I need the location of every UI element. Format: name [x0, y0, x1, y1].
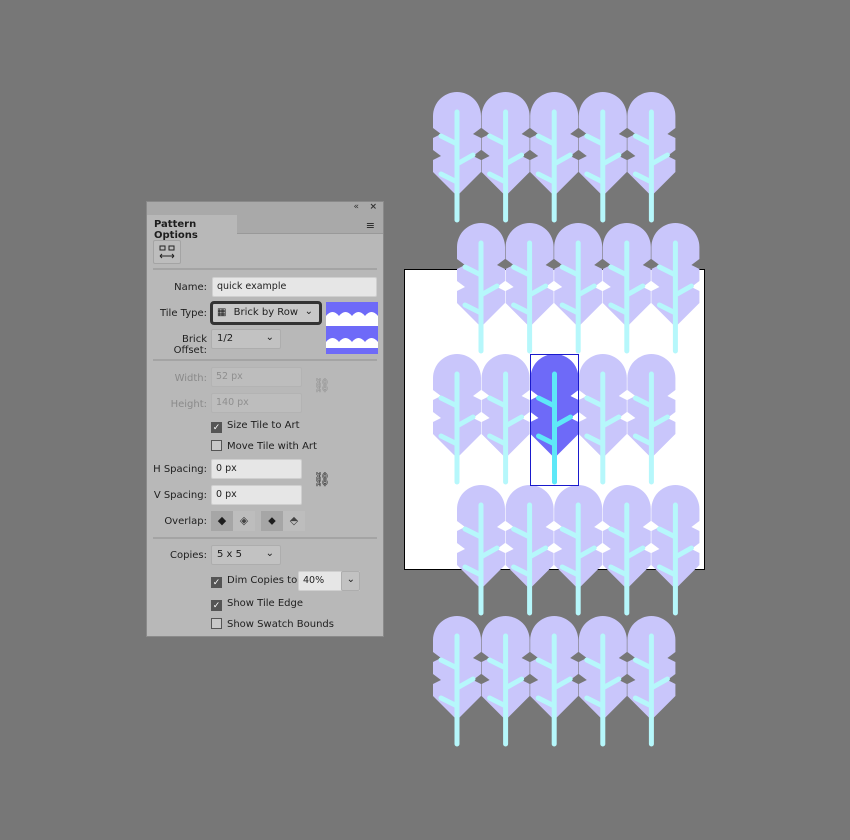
tree-copy — [433, 616, 481, 747]
tree-copy — [530, 616, 579, 747]
tree-copy — [578, 92, 627, 223]
tree-copy — [627, 92, 676, 223]
pattern-canvas[interactable] — [0, 0, 850, 840]
tree-copy — [578, 616, 627, 747]
tree-copy — [481, 92, 530, 223]
tree-copy — [530, 92, 579, 223]
tree-copy — [433, 92, 481, 223]
tree-copy — [627, 616, 676, 747]
tree-copy — [481, 616, 530, 747]
